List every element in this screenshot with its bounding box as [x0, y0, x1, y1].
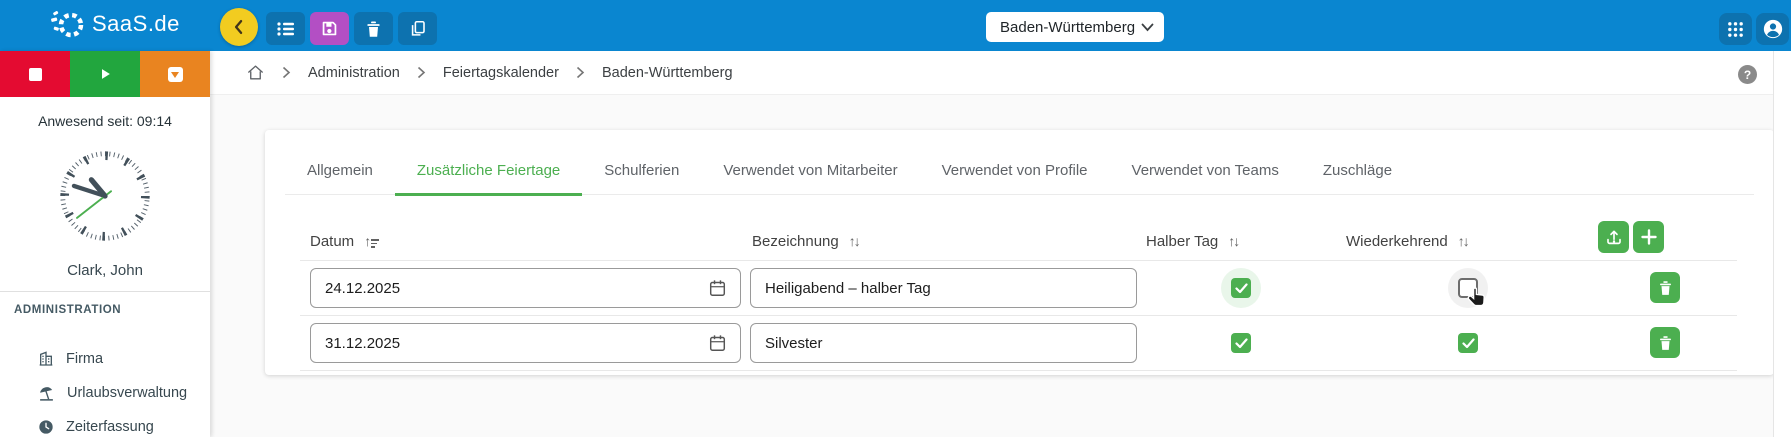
plus-icon: [1640, 229, 1657, 245]
user-name: Clark, John: [67, 262, 143, 279]
sort-icon[interactable]: ↑↓: [1228, 233, 1240, 249]
breadcrumb-item-baden-wuerttemberg[interactable]: Baden-Württemberg: [602, 65, 733, 81]
table-row: [265, 315, 1774, 370]
region-select[interactable]: Baden-Württemberg: [986, 12, 1164, 42]
check-icon: [1461, 337, 1475, 348]
sort-asc-bars-icon: [371, 239, 380, 248]
breadcrumb-chevron-icon: [576, 66, 585, 79]
column-header-halber-tag[interactable]: Halber Tag ↑↓: [1146, 222, 1240, 260]
logo-swirl-icon: [51, 11, 84, 38]
chevron-left-icon: [234, 20, 243, 34]
sidebar-item-label: Zeiterfassung: [66, 419, 154, 435]
logo-text: SaaS.de: [92, 11, 180, 36]
app-root: SaaS.de Baden-Württemberg Administration…: [0, 0, 1791, 437]
tab-verwendet-von-mitarbeiter[interactable]: Verwendet von Mitarbeiter: [701, 146, 919, 194]
building-icon: [39, 351, 53, 366]
sort-icon[interactable]: ↑↓: [849, 233, 861, 249]
help-icon: ?: [1743, 67, 1752, 82]
check-icon: [1234, 337, 1248, 348]
header-bar: SaaS.de Baden-Württemberg: [0, 0, 1791, 51]
sidebar-item-zeiterfassung[interactable]: Zeiterfassung: [0, 410, 210, 437]
clock-icon: [39, 420, 53, 434]
scrollbar-track[interactable]: [1773, 51, 1791, 437]
trash-icon: [367, 20, 380, 37]
holiday-calendar-card: Allgemein Zusätzliche Feiertage Schulfer…: [265, 130, 1774, 375]
column-header-wiederkehrend[interactable]: Wiederkehrend ↑↓: [1346, 222, 1470, 260]
recurring-checkbox[interactable]: [1458, 333, 1478, 353]
delete-row-button[interactable]: [1650, 272, 1680, 303]
check-icon: [1234, 282, 1248, 293]
account-button[interactable]: [1756, 13, 1789, 45]
breadcrumb-chevron-icon: [417, 66, 426, 79]
breadcrumb-item-feiertagskalender[interactable]: Feiertagskalender: [443, 65, 559, 81]
tab-verwendet-von-profile[interactable]: Verwendet von Profile: [920, 146, 1110, 194]
table-row: [265, 260, 1774, 315]
sort-icon[interactable]: ↑↓: [1458, 233, 1470, 249]
table-actions: [1598, 221, 1664, 253]
tab-zuschlaege[interactable]: Zuschläge: [1301, 146, 1414, 194]
upload-icon: [1606, 230, 1621, 245]
half-day-checkbox[interactable]: [1231, 333, 1251, 353]
sidebar-item-label: Urlaubsverwaltung: [67, 385, 188, 401]
sidebar-item-urlaubsverwaltung[interactable]: Urlaubsverwaltung: [0, 376, 210, 410]
play-icon: [102, 69, 110, 79]
view-list-button[interactable]: [266, 12, 305, 45]
holiday-name-input[interactable]: [750, 268, 1137, 308]
chevron-down-icon: [1141, 23, 1154, 31]
beach-umbrella-icon: [40, 386, 53, 401]
add-row-button[interactable]: [1633, 221, 1664, 253]
date-input[interactable]: [310, 268, 741, 308]
sidebar-divider: [0, 291, 210, 292]
sidebar-menu: Firma Urlaubsverwaltung Zeiterfassung: [0, 342, 210, 437]
sidebar: Anwesend seit: 09:14 Clark, John ADMINIS…: [0, 51, 210, 437]
column-header-bezeichnung[interactable]: Bezeichnung ↑↓: [752, 222, 861, 260]
stop-icon: [28, 67, 42, 81]
column-header-datum[interactable]: Datum ↑: [310, 222, 380, 260]
header-toolbar: [266, 12, 437, 45]
sidebar-item-label: Firma: [66, 351, 104, 367]
app-logo: SaaS.de: [50, 8, 180, 40]
copy-button[interactable]: [398, 12, 437, 45]
collapse-sidebar-button[interactable]: [220, 8, 258, 46]
breadcrumb: Administration Feiertagskalender Baden-W…: [210, 51, 1791, 95]
presence-label: Anwesend seit: 09:14: [38, 113, 172, 129]
sort-ascending-icon[interactable]: ↑: [364, 233, 380, 249]
home-icon[interactable]: [246, 63, 265, 82]
recurring-checkbox[interactable]: [1458, 278, 1478, 298]
apps-grid-icon: [1728, 21, 1743, 37]
help-button[interactable]: ?: [1738, 65, 1757, 84]
tab-strip: Allgemein Zusätzliche Feiertage Schulfer…: [285, 146, 1754, 196]
trash-icon: [1659, 335, 1671, 350]
analog-clock: [57, 148, 153, 244]
import-button[interactable]: [1598, 221, 1629, 253]
delete-row-button[interactable]: [1650, 327, 1680, 358]
apps-grid-button[interactable]: [1719, 13, 1752, 45]
save-button[interactable]: [310, 12, 349, 45]
pause-dropdown-button[interactable]: [140, 51, 210, 97]
tab-allgemein[interactable]: Allgemein: [285, 146, 395, 194]
tab-verwendet-von-teams[interactable]: Verwendet von Teams: [1110, 146, 1301, 194]
holiday-name-input[interactable]: [750, 323, 1137, 363]
breadcrumb-item-administration[interactable]: Administration: [308, 65, 400, 81]
view-list-icon: [276, 21, 294, 36]
trash-icon: [1659, 280, 1671, 295]
half-day-checkbox[interactable]: [1231, 278, 1251, 298]
sidebar-section-title: ADMINISTRATION: [14, 304, 122, 316]
delete-button[interactable]: [354, 12, 393, 45]
sidebar-item-firma[interactable]: Firma: [0, 342, 210, 376]
save-icon: [322, 21, 337, 36]
time-tracking-controls: [0, 51, 210, 97]
play-button[interactable]: [70, 51, 140, 97]
tab-zusaetzliche-feiertage[interactable]: Zusätzliche Feiertage: [394, 146, 583, 196]
stop-button[interactable]: [0, 51, 70, 97]
region-select-value: Baden-Württemberg: [1000, 18, 1136, 36]
dropdown-square-icon: [167, 66, 183, 82]
account-icon: [1763, 19, 1782, 39]
copy-icon: [411, 20, 425, 36]
row-divider: [300, 370, 1737, 371]
date-input[interactable]: [310, 323, 741, 363]
breadcrumb-chevron-icon: [282, 66, 291, 79]
tab-schulferien[interactable]: Schulferien: [582, 146, 701, 194]
